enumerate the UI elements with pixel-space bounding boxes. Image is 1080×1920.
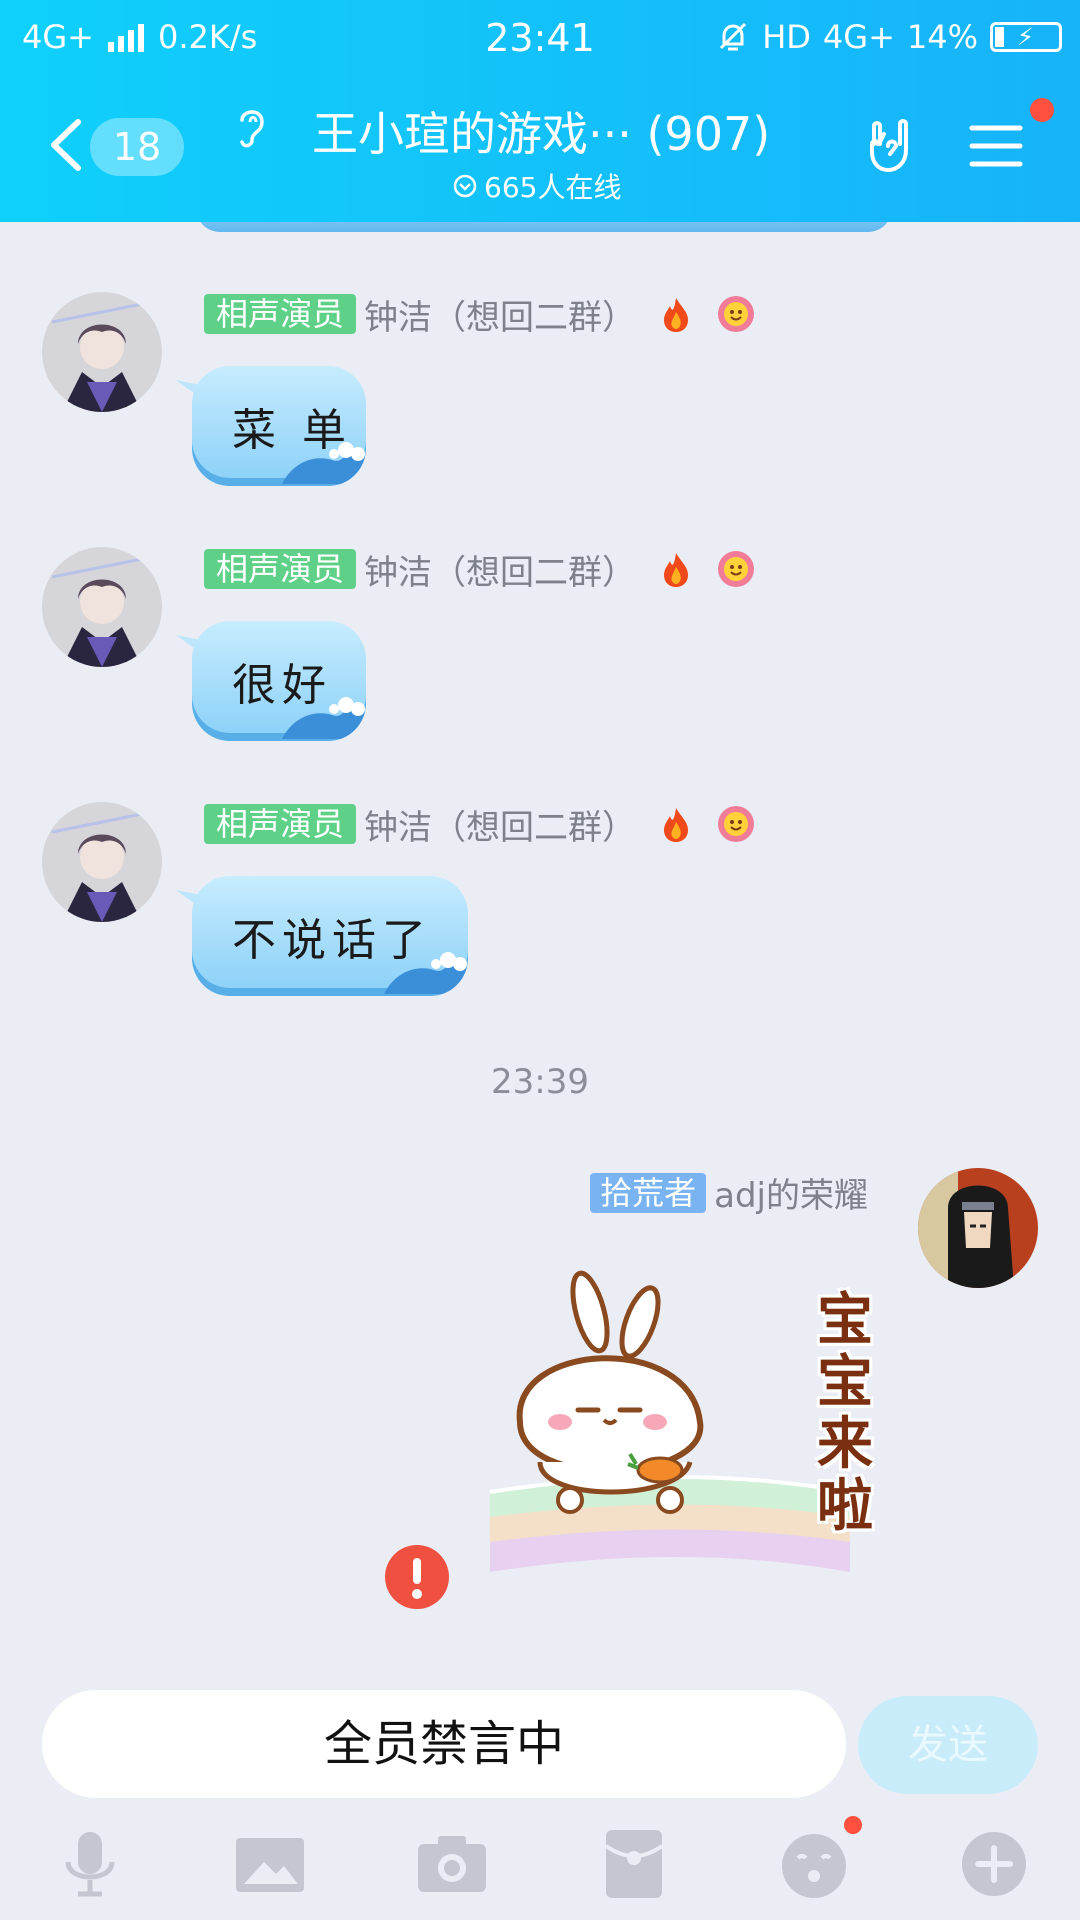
sender-row: 相声演员 钟洁（想回二群） xyxy=(204,800,756,849)
chat-message: 相声演员 钟洁（想回二群） 不说话了 xyxy=(0,732,1080,996)
hd-label: HD xyxy=(762,18,811,56)
message-bubble[interactable]: 很好 xyxy=(192,621,366,741)
send-button[interactable]: 发送 xyxy=(858,1696,1038,1794)
ear-icon[interactable] xyxy=(232,102,272,152)
role-tag: 相声演员 xyxy=(204,294,357,334)
message-input[interactable]: 全员禁言中 xyxy=(42,1690,846,1798)
fire-icon xyxy=(664,808,689,842)
avatar[interactable] xyxy=(42,547,162,667)
sender-name[interactable]: 钟洁（想回二群） xyxy=(364,800,636,849)
chat-message: 相声演员 钟洁（想回二群） 很好 xyxy=(0,477,1080,741)
menu-icon[interactable] xyxy=(968,122,1024,170)
plus-button[interactable] xyxy=(956,1826,1032,1902)
error-icon[interactable] xyxy=(384,1544,450,1610)
sender-row: 相声演员 钟洁（想回二群） xyxy=(204,545,756,594)
camera-button[interactable] xyxy=(414,1826,490,1902)
back-icon[interactable] xyxy=(46,116,86,174)
rock-hand-icon[interactable] xyxy=(860,116,920,176)
fire-icon xyxy=(664,553,689,587)
online-count: 665人在线 xyxy=(452,166,621,206)
chat-message: 相声演员 钟洁（想回二群） 菜 单 xyxy=(0,222,1080,486)
red-packet-icon xyxy=(604,1830,664,1898)
chat-area[interactable]: 相声演员 钟洁（想回二群） 菜 单 相声演员 钟洁（想回二群） 很好 相声演员 … xyxy=(0,222,1080,1692)
emoji-icon xyxy=(782,1834,846,1898)
my-sender-name[interactable]: adj的荣耀 xyxy=(714,1168,868,1217)
battery-percent: 14% xyxy=(906,18,978,56)
fire-icon xyxy=(664,298,689,332)
avatar[interactable] xyxy=(42,802,162,922)
network-type-right: 4G+ xyxy=(822,18,895,56)
top-header: 4G+ 0.2K/s 23:41 HD 4G+ 14% ⚡ 18 王小瑄的游戏·… xyxy=(0,0,1080,222)
flower-icon xyxy=(718,551,755,587)
mic-icon xyxy=(65,1832,115,1897)
nav-bar: 18 王小瑄的游戏··· (907) 665人在线 xyxy=(0,92,1080,222)
status-bar: 4G+ 0.2K/s 23:41 HD 4G+ 14% ⚡ xyxy=(0,0,1080,74)
mute-bell-icon xyxy=(720,22,747,51)
flower-icon xyxy=(718,806,755,842)
mic-button[interactable] xyxy=(52,1826,128,1902)
image-button[interactable] xyxy=(232,1826,308,1902)
notification-dot xyxy=(1030,98,1054,122)
role-tag: 相声演员 xyxy=(204,804,357,844)
message-bubble[interactable]: 不说话了 xyxy=(192,876,468,996)
wave-icon xyxy=(282,442,366,484)
sender-row: 相声演员 钟洁（想回二群） xyxy=(204,290,756,339)
role-tag: 相声演员 xyxy=(204,549,357,589)
my-avatar[interactable] xyxy=(918,1168,1038,1288)
chevron-circle-icon xyxy=(453,174,477,198)
group-title[interactable]: 王小瑄的游戏··· (907) xyxy=(312,98,770,164)
chat-timestamp: 23:39 xyxy=(491,1062,589,1102)
flower-icon xyxy=(718,296,755,332)
input-bar: 全员禁言中 发送 xyxy=(0,1690,1080,1920)
battery-icon: ⚡ xyxy=(990,22,1062,52)
avatar[interactable] xyxy=(42,292,162,412)
sender-name[interactable]: 钟洁（想回二群） xyxy=(364,545,636,594)
toolbar xyxy=(0,1816,1080,1910)
sticker-caption: 宝宝来啦 xyxy=(817,1288,873,1539)
plus-icon xyxy=(962,1832,1026,1896)
red-packet-button[interactable] xyxy=(596,1826,672,1902)
unread-count-badge[interactable]: 18 xyxy=(90,118,184,176)
message-bubble[interactable]: 菜 单 xyxy=(192,366,366,486)
emoji-notification-dot xyxy=(844,1816,862,1834)
sender-name[interactable]: 钟洁（想回二群） xyxy=(364,290,636,339)
my-sender-row: 拾荒者 adj的荣耀 xyxy=(590,1168,868,1217)
status-right: HD 4G+ 14% ⚡ xyxy=(716,18,1062,56)
online-count-text: 665人在线 xyxy=(484,171,622,204)
wave-icon xyxy=(384,952,468,994)
emoji-button[interactable] xyxy=(776,1826,852,1902)
my-role-tag: 拾荒者 xyxy=(590,1172,707,1213)
wave-icon xyxy=(282,697,366,739)
camera-icon xyxy=(418,1836,486,1892)
image-icon xyxy=(236,1838,304,1892)
